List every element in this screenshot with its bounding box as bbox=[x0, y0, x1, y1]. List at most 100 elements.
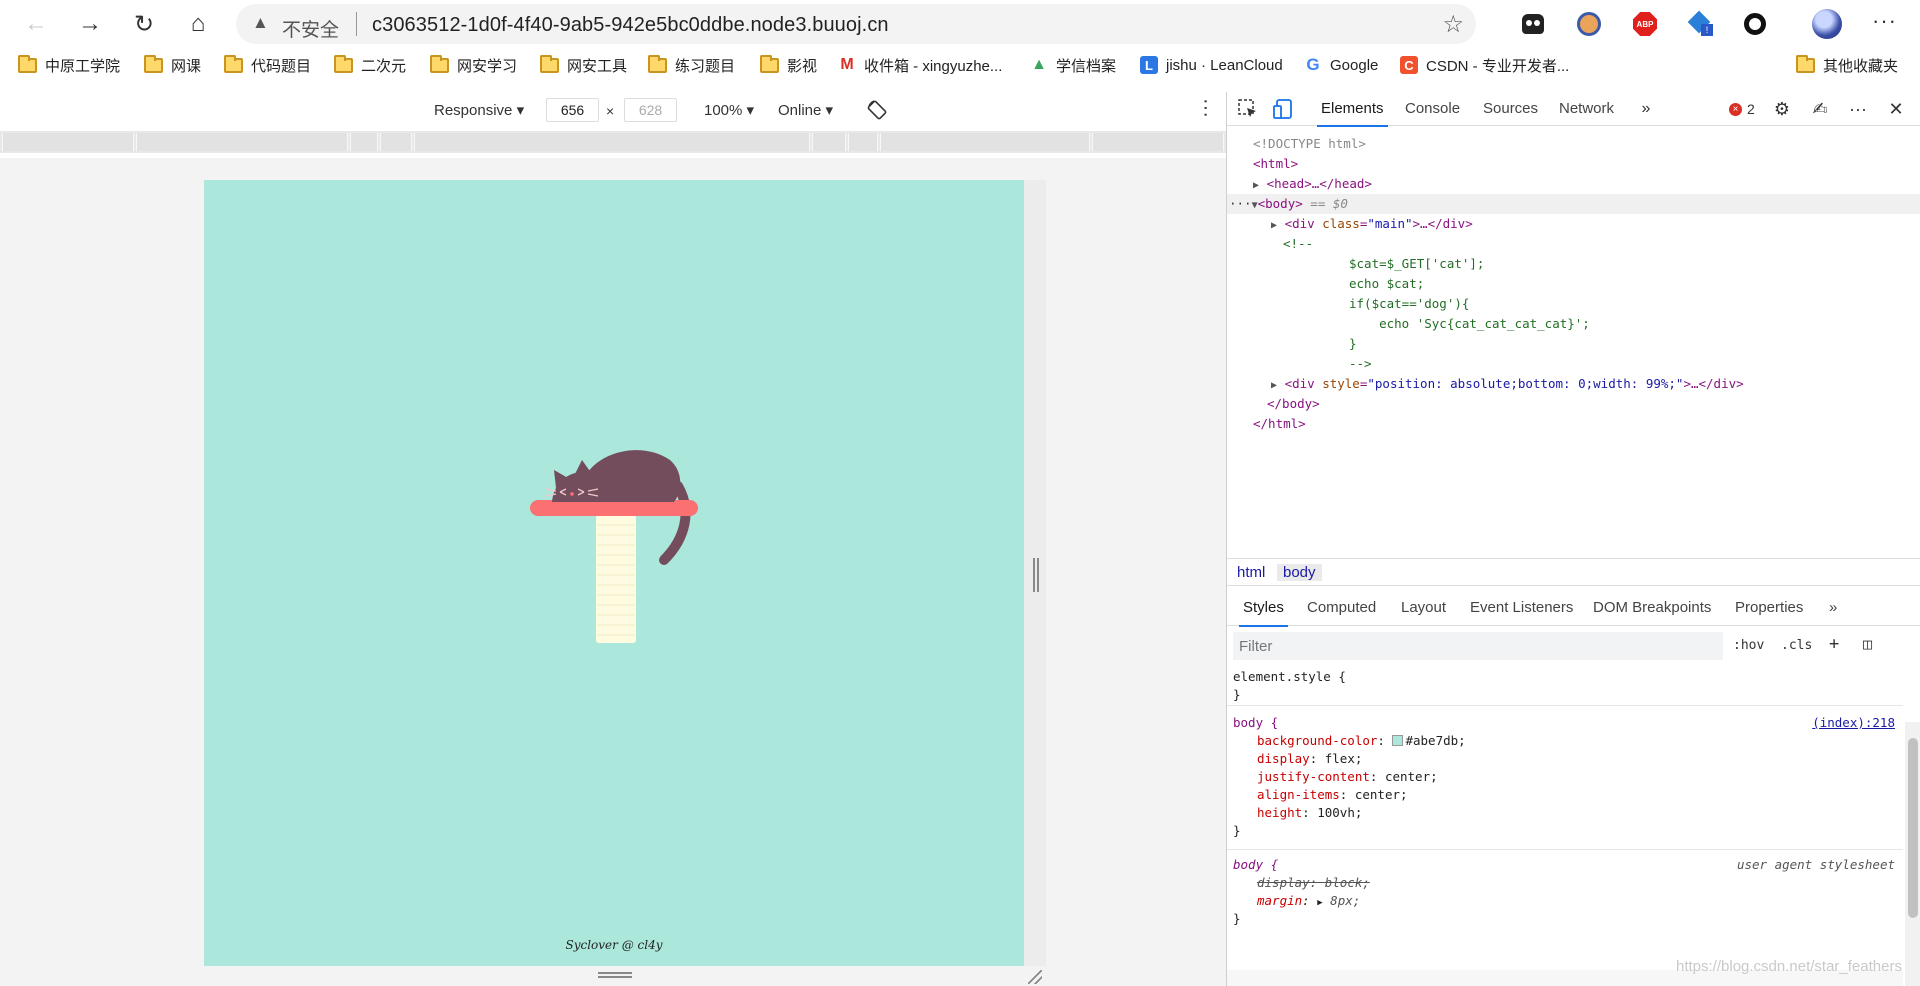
bookmark-item[interactable]: 代码题目 bbox=[224, 53, 311, 77]
css-property[interactable]: height: 100vh; bbox=[1257, 804, 1362, 822]
styles-filter-input[interactable] bbox=[1233, 632, 1723, 660]
dom-div-main[interactable]: ▶ <div class="main">…</div> bbox=[1271, 214, 1473, 236]
dom-body-close[interactable]: </body> bbox=[1267, 394, 1320, 414]
error-counter[interactable]: × 2 bbox=[1729, 101, 1755, 117]
dom-div-footer[interactable]: ▶ <div style="position: absolute;bottom:… bbox=[1271, 374, 1744, 396]
media-query-segment[interactable] bbox=[380, 133, 412, 151]
device-more-icon[interactable]: ··· bbox=[1194, 98, 1217, 118]
dom-comment-open[interactable]: <!-- bbox=[1283, 234, 1313, 254]
color-swatch[interactable] bbox=[1392, 735, 1404, 746]
dom-html-close[interactable]: </html> bbox=[1253, 414, 1306, 434]
dom-comment-line[interactable]: echo 'Syc{cat_cat_cat_cat}'; bbox=[1349, 314, 1590, 334]
bookmark-item[interactable]: 练习题目 bbox=[648, 53, 735, 77]
rule-selector[interactable]: element.style { bbox=[1233, 668, 1346, 686]
css-property[interactable]: background-color: #abe7db; bbox=[1257, 732, 1466, 750]
dom-comment-line[interactable]: } bbox=[1349, 334, 1357, 354]
rotate-icon[interactable] bbox=[866, 99, 888, 121]
device-toolbar-toggle-icon[interactable] bbox=[1273, 98, 1295, 120]
tab-elements[interactable]: Elements bbox=[1317, 100, 1388, 127]
styles-scrollbar[interactable] bbox=[1905, 722, 1920, 986]
css-property-overridden[interactable]: display: block; bbox=[1257, 874, 1370, 892]
devtools-more-icon[interactable]: ··· bbox=[1847, 98, 1869, 120]
bookmark-item[interactable]: M 收件箱 - xingyuzhe... bbox=[838, 53, 1002, 77]
dom-comment-line[interactable]: if($cat=='dog'){ bbox=[1349, 294, 1469, 314]
home-icon[interactable]: ⌂ bbox=[180, 8, 216, 40]
bookmark-item[interactable]: 二次元 bbox=[334, 53, 406, 77]
tab-dom-breakpoints[interactable]: DOM Breakpoints bbox=[1593, 599, 1711, 616]
tab-layout[interactable]: Layout bbox=[1401, 599, 1446, 616]
tab-sources[interactable]: Sources bbox=[1483, 100, 1538, 117]
bookmark-item[interactable]: 其他收藏夹 bbox=[1796, 53, 1898, 77]
forward-icon[interactable]: → bbox=[72, 8, 108, 40]
css-property[interactable]: align-items: center; bbox=[1257, 786, 1408, 804]
rule-selector[interactable]: body { bbox=[1233, 856, 1278, 874]
dom-comment-line[interactable]: $cat=$_GET['cat']; bbox=[1349, 254, 1484, 274]
css-property[interactable]: display: flex; bbox=[1257, 750, 1362, 768]
reload-icon[interactable]: ↻ bbox=[126, 8, 162, 40]
url-text[interactable]: c3063512-1d0f-4f40-9ab5-942e5bc0ddbe.nod… bbox=[372, 14, 889, 37]
ring-extension-icon[interactable] bbox=[1740, 9, 1770, 39]
tab-event-listeners[interactable]: Event Listeners bbox=[1470, 599, 1573, 616]
media-query-bar[interactable] bbox=[0, 131, 1226, 153]
dom-body-open[interactable]: ···▼<body> == $0 bbox=[1229, 194, 1348, 216]
dom-doctype[interactable]: <!DOCTYPE html> bbox=[1253, 134, 1366, 154]
bookmark-item[interactable]: 中原工学院 bbox=[18, 53, 120, 77]
breadcrumb-body[interactable]: body bbox=[1277, 564, 1322, 581]
inspect-element-icon[interactable] bbox=[1237, 98, 1259, 120]
cls-toggle[interactable]: .cls bbox=[1781, 638, 1812, 653]
bookmark-item[interactable]: 网安工具 bbox=[540, 53, 627, 77]
expand-triangle-icon[interactable]: ▶ bbox=[1317, 898, 1322, 908]
new-rule-icon[interactable]: + bbox=[1829, 634, 1839, 654]
rule-source-link[interactable]: (index):218 bbox=[1812, 714, 1895, 732]
expand-triangle-icon[interactable]: ▶ bbox=[1271, 380, 1277, 391]
bookmark-item[interactable]: 网安学习 bbox=[430, 53, 517, 77]
height-input[interactable]: 628 bbox=[624, 98, 677, 122]
dom-html-open[interactable]: <html> bbox=[1253, 154, 1298, 174]
settings-gear-icon[interactable]: ⚙ bbox=[1771, 98, 1793, 120]
dom-comment-close[interactable]: --> bbox=[1349, 354, 1372, 374]
security-label[interactable]: 不安全 bbox=[282, 15, 339, 42]
resize-handle-right[interactable] bbox=[1033, 558, 1039, 592]
feedback-icon[interactable]: ✍ bbox=[1809, 98, 1831, 120]
bookmark-item[interactable]: Ljishu · LeanCloud bbox=[1140, 53, 1283, 77]
bookmark-item[interactable]: 影视 bbox=[760, 53, 817, 77]
dom-comment-line[interactable]: echo $cat; bbox=[1349, 274, 1424, 294]
breadcrumb-html[interactable]: html bbox=[1231, 564, 1271, 581]
favorite-star-icon[interactable]: ☆ bbox=[1442, 10, 1464, 39]
ghost-extension-icon[interactable] bbox=[1518, 9, 1548, 39]
bookmark-item[interactable]: G Google bbox=[1304, 53, 1378, 77]
media-query-segment[interactable] bbox=[812, 133, 846, 151]
tab-styles[interactable]: Styles bbox=[1239, 599, 1288, 627]
rule-selector[interactable]: body { bbox=[1233, 714, 1278, 732]
browser-menu-icon[interactable]: ··· bbox=[1872, 8, 1897, 34]
media-query-segment[interactable] bbox=[136, 133, 348, 151]
expand-triangle-icon[interactable]: ▶ bbox=[1253, 180, 1259, 191]
media-query-segment[interactable] bbox=[2, 133, 134, 151]
media-query-segment[interactable] bbox=[1092, 133, 1224, 151]
tab-computed[interactable]: Computed bbox=[1307, 599, 1376, 616]
owl-extension-icon[interactable] bbox=[1574, 9, 1604, 39]
scrollbar-thumb[interactable] bbox=[1908, 738, 1918, 918]
expand-triangle-icon[interactable]: ▶ bbox=[1271, 220, 1277, 231]
bookmark-item[interactable]: 网课 bbox=[144, 53, 201, 77]
close-devtools-icon[interactable]: ✕ bbox=[1885, 98, 1907, 120]
bookmark-item[interactable]: C CSDN - 专业开发者... bbox=[1400, 53, 1569, 77]
warning-icon[interactable]: ▲ bbox=[252, 13, 269, 33]
profile-avatar[interactable] bbox=[1812, 9, 1842, 39]
media-query-segment[interactable] bbox=[880, 133, 1090, 151]
bookmark-item[interactable]: ▲ 学信档案 bbox=[1030, 53, 1116, 77]
dom-head[interactable]: ▶ <head>…</head> bbox=[1253, 174, 1372, 196]
css-property[interactable]: margin: ▶ 8px; bbox=[1257, 892, 1360, 912]
tab-network[interactable]: Network bbox=[1559, 100, 1614, 117]
css-property[interactable]: justify-content: center; bbox=[1257, 768, 1438, 786]
toggle-sidebar-icon[interactable]: ◫ bbox=[1863, 635, 1872, 653]
media-query-segment[interactable] bbox=[350, 133, 378, 151]
address-bar[interactable]: ▲ 不安全 c3063512-1d0f-4f40-9ab5-942e5bc0dd… bbox=[236, 4, 1476, 44]
resize-handle-corner[interactable] bbox=[1028, 970, 1042, 984]
flag-extension-icon[interactable]: ! bbox=[1686, 9, 1716, 39]
more-tabs-icon[interactable]: » bbox=[1635, 98, 1657, 120]
adblock-plus-icon[interactable]: ABP bbox=[1630, 9, 1660, 39]
throttle-select[interactable]: Online ▾ bbox=[778, 101, 833, 119]
device-mode-select[interactable]: Responsive ▾ bbox=[434, 101, 524, 119]
width-input[interactable]: 656 bbox=[546, 98, 599, 122]
